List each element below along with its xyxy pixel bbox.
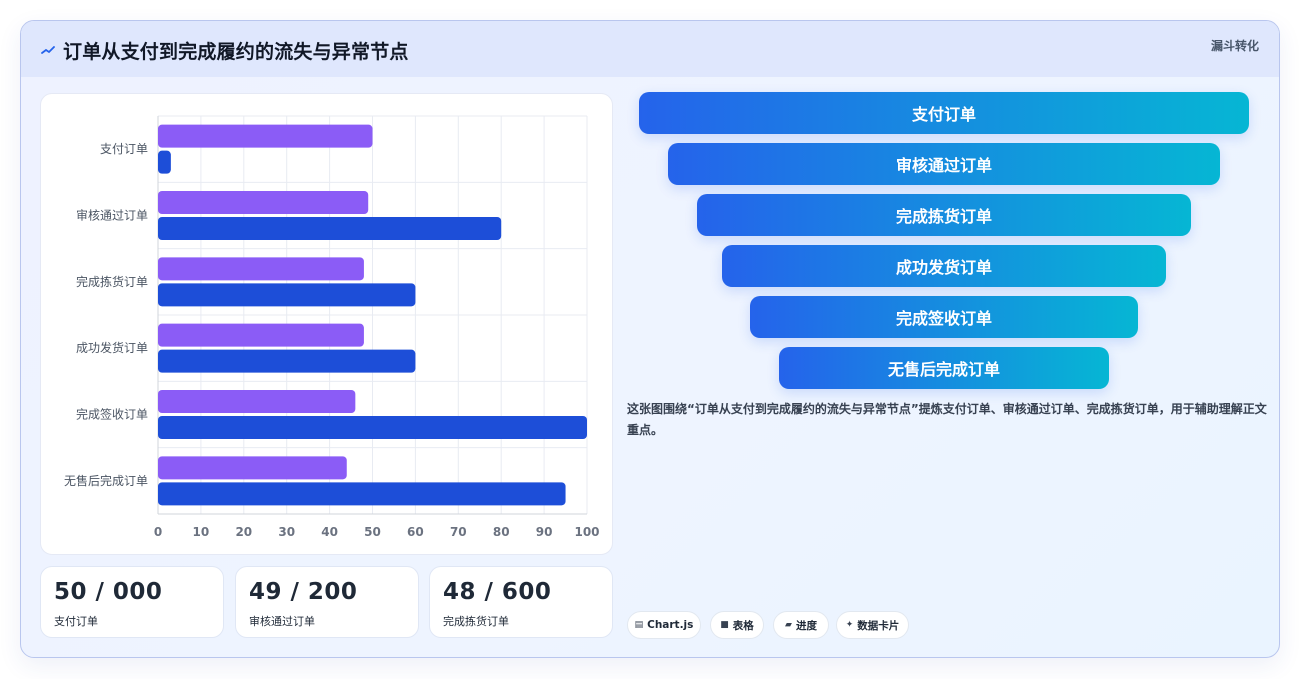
chip-label: 进度: [795, 619, 817, 632]
bar: [158, 323, 364, 347]
chip-label: 数据卡片: [857, 619, 900, 632]
table-icon: ■: [720, 620, 729, 630]
x-tick-label: 80: [493, 525, 510, 539]
report-card: 订单从支付到完成履约的流失与异常节点 漏斗转化 0 10 20 30 40 50 60 70 8…: [20, 20, 1280, 658]
chart-type-tag: 漏斗转化: [1210, 39, 1259, 53]
y-category-label: 支付订单: [100, 142, 148, 156]
bar: [158, 150, 171, 174]
stat-label: 完成拣货订单: [443, 615, 509, 628]
bar-chart: 0 10 20 30 40 50 60 70 80 90 100 支付订单审核通过订单完成拣货订单成功…: [64, 115, 600, 539]
y-category-label: 成功发货订单: [76, 340, 148, 355]
x-tick-label: 20: [235, 525, 252, 539]
bar: [158, 124, 373, 148]
progress-icon: ▰: [785, 620, 792, 630]
bar: [158, 456, 347, 480]
stat-label: 审核通过订单: [249, 615, 315, 628]
funnel-step: 完成拣货订单: [697, 194, 1191, 236]
bar: [158, 217, 502, 240]
x-tick-label: 40: [321, 525, 338, 539]
stat-value: 49 / 200: [249, 579, 358, 605]
x-tick-label: 10: [193, 525, 210, 539]
funnel-step: 审核通过订单: [668, 143, 1220, 185]
bar: [158, 482, 566, 506]
x-tick-label: 70: [450, 525, 467, 539]
chip-chartjs[interactable]: ▤ Chart.js: [627, 611, 701, 639]
stat-value: 50 / 000: [54, 579, 163, 605]
y-category-label: 完成签收订单: [76, 407, 148, 422]
chip-label: 表格: [732, 619, 754, 632]
chart-icon: ▤: [634, 620, 644, 630]
card-header: 订单从支付到完成履约的流失与异常节点 漏斗转化: [21, 21, 1279, 77]
bar: [158, 257, 364, 281]
y-category-label: 审核通过订单: [76, 208, 148, 223]
page-title: 订单从支付到完成履约的流失与异常节点: [63, 41, 409, 63]
sparkle-icon: ✦: [845, 620, 854, 630]
stat-card: 49 / 200 审核通过订单: [235, 566, 419, 638]
stat-card: 50 / 000 支付订单: [40, 566, 224, 638]
x-tick-label: 60: [407, 525, 424, 539]
chip-table[interactable]: ■ 表格: [710, 611, 764, 639]
stat-label: 支付订单: [54, 615, 98, 628]
x-tick-label: 0: [154, 525, 162, 539]
funnel-step: 成功发货订单: [722, 245, 1166, 287]
funnel-step: 支付订单: [639, 92, 1249, 134]
stat-card: 48 / 600 完成拣货订单: [429, 566, 613, 638]
bar: [158, 349, 416, 373]
funnel-step: 完成签收订单: [750, 296, 1138, 338]
chart-description: 这张图围绕“订单从支付到完成履约的流失与异常节点”提炼支付订单、审核通过订单、完…: [627, 402, 1267, 437]
chip-data-card[interactable]: ✦ 数据卡片: [836, 611, 909, 639]
bar: [158, 191, 369, 214]
bar: [158, 283, 416, 307]
x-tick-label: 100: [574, 525, 599, 539]
chart-panel: 0 10 20 30 40 50 60 70 80 90 100 支付订单审核通过订单 完成拣货订单 成功…: [40, 93, 613, 555]
x-tick-label: 30: [278, 525, 295, 539]
trend-icon: [41, 46, 55, 54]
bar: [158, 390, 356, 413]
x-tick-label: 90: [536, 525, 553, 539]
bar: [158, 416, 587, 439]
chip-progress[interactable]: ▰ 进度: [773, 611, 829, 639]
y-category-label: 完成拣货订单: [76, 274, 148, 289]
y-category-label: 无售后完成订单: [64, 473, 148, 488]
funnel-step: 无售后完成订单: [779, 347, 1109, 389]
x-tick-label: 50: [364, 525, 381, 539]
chip-label: Chart.js: [647, 619, 694, 631]
stat-value: 48 / 600: [443, 579, 552, 605]
